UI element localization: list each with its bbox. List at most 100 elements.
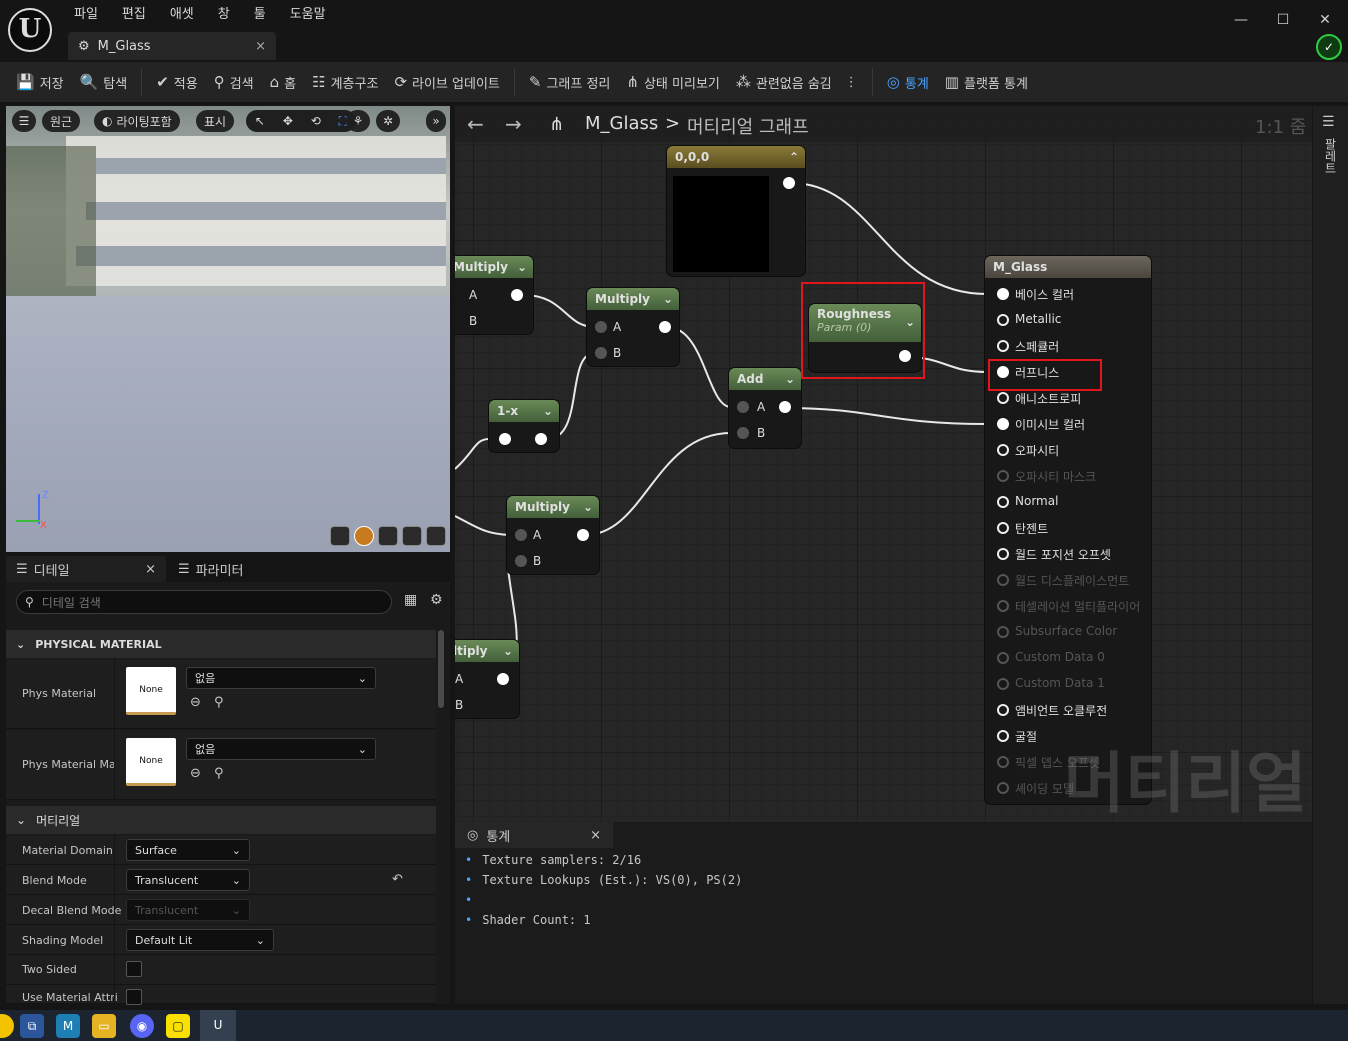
input-pin-icon[interactable] bbox=[997, 392, 1009, 404]
close-tab-icon[interactable]: × bbox=[590, 828, 601, 843]
multiply-node[interactable]: ltiply ⌄ A B bbox=[455, 640, 519, 718]
material-domain-dropdown[interactable]: Surface ⌄ bbox=[126, 839, 250, 861]
palette-tab-label[interactable]: 팔레트 bbox=[1322, 138, 1339, 174]
connected-pin-icon[interactable] bbox=[997, 288, 1009, 300]
menu-edit[interactable]: 편집 bbox=[110, 5, 158, 25]
section-material[interactable]: ⌄ 머티리얼 bbox=[6, 806, 436, 834]
forward-arrow-icon[interactable]: → bbox=[505, 112, 522, 136]
input-pin-icon[interactable] bbox=[997, 444, 1009, 456]
taskbar-vscode-icon[interactable]: ⧉ bbox=[20, 1014, 44, 1038]
chevron-down-icon[interactable]: ⌄ bbox=[905, 315, 915, 329]
result-pin-row[interactable]: 이미시브 컬러 bbox=[985, 416, 1151, 438]
input-pin-icon[interactable] bbox=[997, 626, 1009, 638]
rotate-icon[interactable]: ⟲ bbox=[311, 114, 321, 128]
back-arrow-icon[interactable]: ← bbox=[467, 112, 484, 136]
lighting-mode-button[interactable]: ◐ 라이팅포함 bbox=[94, 110, 180, 132]
input-pin-icon[interactable] bbox=[997, 730, 1009, 742]
preview-mesh-icon[interactable] bbox=[426, 526, 446, 546]
output-pin[interactable] bbox=[899, 350, 911, 362]
viewport-menu-button[interactable]: ☰ bbox=[12, 110, 36, 132]
section-physical-material[interactable]: ⌄ PHYSICAL MATERIAL bbox=[6, 630, 436, 658]
unreal-logo-icon[interactable]: U bbox=[8, 8, 52, 52]
result-pin-row[interactable]: 애니소트로피 bbox=[985, 390, 1151, 412]
search-button[interactable]: ⚲ 검색 bbox=[206, 62, 262, 102]
browse-to-asset-icon[interactable]: ⊖ bbox=[190, 695, 201, 710]
input-pin-icon[interactable] bbox=[997, 548, 1009, 560]
input-pin-icon[interactable] bbox=[997, 782, 1009, 794]
realtime-toggle-button[interactable]: ⚘ bbox=[346, 110, 370, 132]
phys-material-dropdown[interactable]: 없음 ⌄ bbox=[186, 667, 376, 689]
result-node-header[interactable]: M_Glass bbox=[985, 256, 1151, 278]
perspective-button[interactable]: 원근 bbox=[42, 110, 81, 132]
output-pin[interactable] bbox=[783, 177, 795, 189]
tab-parameters[interactable]: ☰ 파라미터 bbox=[168, 556, 254, 582]
preview-cube-icon[interactable] bbox=[402, 526, 422, 546]
preview-settings-button[interactable]: ✲ bbox=[376, 110, 400, 132]
close-tab-icon[interactable]: × bbox=[145, 562, 156, 577]
reset-to-default-icon[interactable]: ↶ bbox=[392, 872, 403, 887]
menu-window[interactable]: 창 bbox=[206, 5, 242, 25]
shading-model-dropdown[interactable]: Default Lit ⌄ bbox=[126, 929, 274, 951]
result-pin-row[interactable]: 월드 포지션 오프셋 bbox=[985, 546, 1151, 568]
tab-stats[interactable]: ◎ 통계 × bbox=[455, 822, 613, 848]
grid-view-icon[interactable]: ▦ bbox=[404, 592, 417, 608]
result-pin-row[interactable]: Custom Data 1 bbox=[985, 676, 1151, 698]
show-button[interactable]: 표시 bbox=[196, 110, 235, 132]
one-minus-node[interactable]: 1-x ⌄ bbox=[489, 400, 559, 452]
platform-stats-button[interactable]: ▥ 플랫폼 통계 bbox=[937, 62, 1036, 102]
tab-details[interactable]: ☰ 디테일 × bbox=[6, 556, 166, 582]
output-pin[interactable] bbox=[779, 401, 791, 413]
add-node[interactable]: Add ⌄ A B bbox=[729, 368, 801, 448]
browse-to-asset-icon[interactable]: ⊖ bbox=[190, 766, 201, 781]
browse-button[interactable]: 🔍 탐색 bbox=[72, 62, 136, 102]
more-options-icon[interactable]: ⋮ bbox=[845, 75, 858, 90]
maximize-button[interactable]: ☐ bbox=[1268, 8, 1298, 32]
close-window-button[interactable]: ✕ bbox=[1310, 8, 1340, 32]
output-pin[interactable] bbox=[535, 433, 547, 445]
result-pin-row[interactable]: Subsurface Color bbox=[985, 624, 1151, 646]
result-pin-row[interactable]: 스페큘러 bbox=[985, 338, 1151, 360]
result-pin-row[interactable]: 탄젠트 bbox=[985, 520, 1151, 542]
input-pin-a[interactable] bbox=[737, 401, 749, 413]
stats-button[interactable]: ◎ 통계 bbox=[879, 62, 937, 102]
chevron-down-icon[interactable]: ⌄ bbox=[583, 500, 593, 514]
menu-help[interactable]: 도움말 bbox=[278, 5, 338, 25]
result-pin-row[interactable]: Metallic bbox=[985, 312, 1151, 334]
result-pin-row[interactable]: Normal bbox=[985, 494, 1151, 516]
taskbar-app-icon[interactable] bbox=[0, 1014, 14, 1038]
input-pin-b[interactable] bbox=[595, 347, 607, 359]
close-tab-icon[interactable]: × bbox=[255, 39, 266, 54]
input-pin-a[interactable] bbox=[595, 321, 607, 333]
move-icon[interactable]: ✥ bbox=[283, 114, 293, 128]
menu-tools[interactable]: 툴 bbox=[242, 5, 278, 25]
phys-material-mask-thumbnail[interactable]: None bbox=[126, 738, 176, 786]
chevron-down-icon[interactable]: ⌄ bbox=[663, 292, 673, 306]
blend-mode-dropdown[interactable]: Translucent ⌄ bbox=[126, 869, 250, 891]
add-node-header[interactable]: Add ⌄ bbox=[729, 368, 801, 390]
input-pin-b[interactable] bbox=[737, 427, 749, 439]
material-graph-canvas[interactable]: 0,0,0 ⌃ Multiply ⌄ A B Multiply ⌄ A B 1-x ⌄ bbox=[455, 106, 1312, 822]
chevron-up-icon[interactable]: ⌃ bbox=[789, 150, 799, 164]
find-asset-icon[interactable]: ⚲ bbox=[214, 766, 224, 781]
input-pin-icon[interactable] bbox=[997, 496, 1009, 508]
input-pin-icon[interactable] bbox=[997, 470, 1009, 482]
save-button[interactable]: 💾 저장 bbox=[8, 62, 72, 102]
preview-sphere-icon[interactable] bbox=[354, 526, 374, 546]
details-search-input[interactable]: ⚲ 디테일 검색 bbox=[16, 590, 392, 614]
preview-plane-icon[interactable] bbox=[378, 526, 398, 546]
input-pin-a[interactable] bbox=[515, 529, 527, 541]
input-pin-icon[interactable] bbox=[997, 600, 1009, 612]
material-preview-viewport[interactable]: ☰ 원근 ◐ 라이팅포함 표시 ↖ ✥ ⟲ ⛶ ⚘ ✲ » Z X bbox=[6, 106, 450, 552]
result-pin-row[interactable]: 오파시티 마스크 bbox=[985, 468, 1151, 490]
roughness-parameter-node[interactable]: Roughness Param (0) ⌄ bbox=[809, 304, 921, 372]
breadcrumb-asset[interactable]: M_Glass bbox=[585, 113, 658, 134]
result-pin-row[interactable]: 베이스 컬러 bbox=[985, 286, 1151, 308]
output-pin[interactable] bbox=[497, 673, 509, 685]
multiply-node-header[interactable]: Multiply ⌄ bbox=[587, 288, 679, 310]
multiply-node[interactable]: Multiply ⌄ A B bbox=[455, 256, 533, 334]
material-result-node[interactable]: M_Glass 베이스 컬러 Metallic 스페큘러 러프니스 애니소트로피 이미시브… bbox=[985, 256, 1151, 804]
result-pin-row[interactable]: Custom Data 0 bbox=[985, 650, 1151, 672]
chevron-down-icon[interactable]: ⌄ bbox=[543, 404, 553, 418]
result-pin-row[interactable]: 월드 디스플레이스먼트 bbox=[985, 572, 1151, 594]
document-tab[interactable]: ⚙ M_Glass × bbox=[68, 32, 276, 60]
